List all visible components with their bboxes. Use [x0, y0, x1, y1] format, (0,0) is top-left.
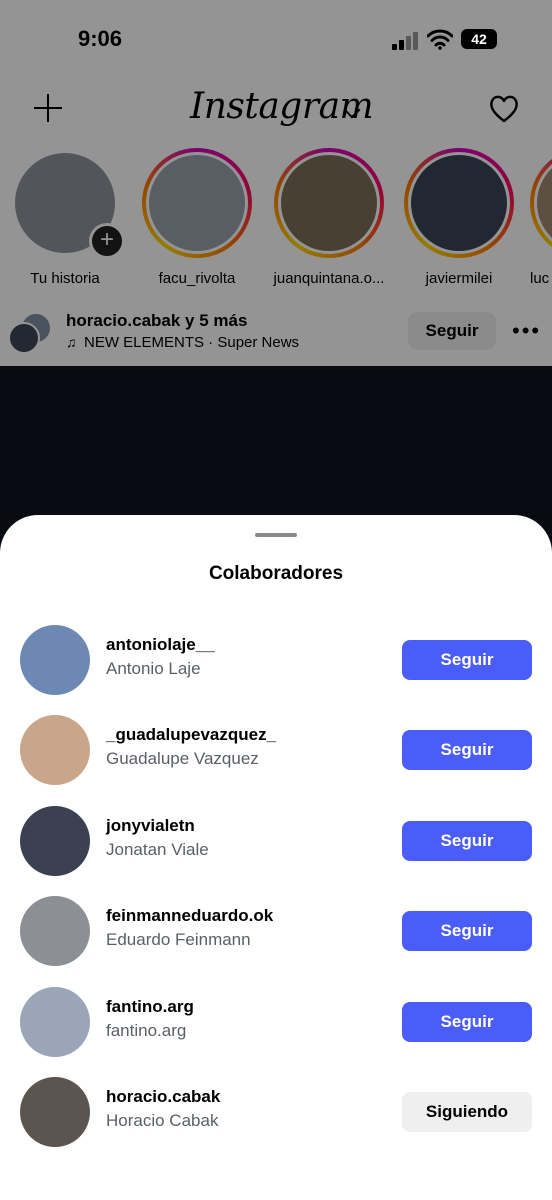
- username[interactable]: antoniolaje__: [106, 635, 215, 655]
- avatar[interactable]: [20, 987, 90, 1057]
- sheet-title: Colaboradores: [208, 563, 344, 584]
- avatar[interactable]: [20, 806, 90, 876]
- full-name: Guadalupe Vazquez: [106, 749, 259, 768]
- collaborators-sheet: Colaboradores antoniolaje__ Antonio Laje…: [0, 515, 552, 1200]
- follow-button[interactable]: Seguir: [402, 640, 532, 680]
- full-name: fantino.arg: [106, 1021, 187, 1040]
- collaborator-row[interactable]: fantino.arg fantino.arg Seguir: [0, 977, 552, 1067]
- battery-level: 42: [471, 31, 487, 47]
- collaborator-row[interactable]: antoniolaje__ Antonio Laje Seguir: [0, 615, 552, 705]
- full-name: Eduardo Feinmann: [106, 930, 251, 949]
- username[interactable]: fantino.arg: [106, 997, 194, 1017]
- avatar[interactable]: [20, 1077, 90, 1147]
- username[interactable]: horacio.cabak: [106, 1087, 220, 1107]
- avatar[interactable]: [20, 715, 90, 785]
- username[interactable]: _guadalupevazquez_: [106, 725, 276, 745]
- avatar[interactable]: [20, 625, 90, 695]
- full-name: Horacio Cabak: [106, 1111, 219, 1130]
- follow-button[interactable]: Seguir: [402, 821, 532, 861]
- follow-button[interactable]: Seguir: [402, 1002, 532, 1042]
- username[interactable]: jonyvialetn: [106, 816, 195, 836]
- full-name: Antonio Laje: [106, 659, 201, 678]
- full-name: Jonatan Viale: [106, 840, 209, 859]
- sheet-grabber[interactable]: [255, 533, 297, 537]
- follow-button[interactable]: Seguir: [402, 730, 532, 770]
- following-button[interactable]: Siguiendo: [402, 1092, 532, 1132]
- follow-button[interactable]: Seguir: [402, 911, 532, 951]
- collaborator-row[interactable]: horacio.cabak Horacio Cabak Siguiendo: [0, 1067, 552, 1157]
- collaborator-row[interactable]: feinmanneduardo.ok Eduardo Feinmann Segu…: [0, 886, 552, 976]
- collaborator-row[interactable]: jonyvialetn Jonatan Viale Seguir: [0, 796, 552, 886]
- avatar[interactable]: [20, 896, 90, 966]
- username[interactable]: feinmanneduardo.ok: [106, 906, 273, 926]
- collaborator-row[interactable]: _guadalupevazquez_ Guadalupe Vazquez Seg…: [0, 705, 552, 795]
